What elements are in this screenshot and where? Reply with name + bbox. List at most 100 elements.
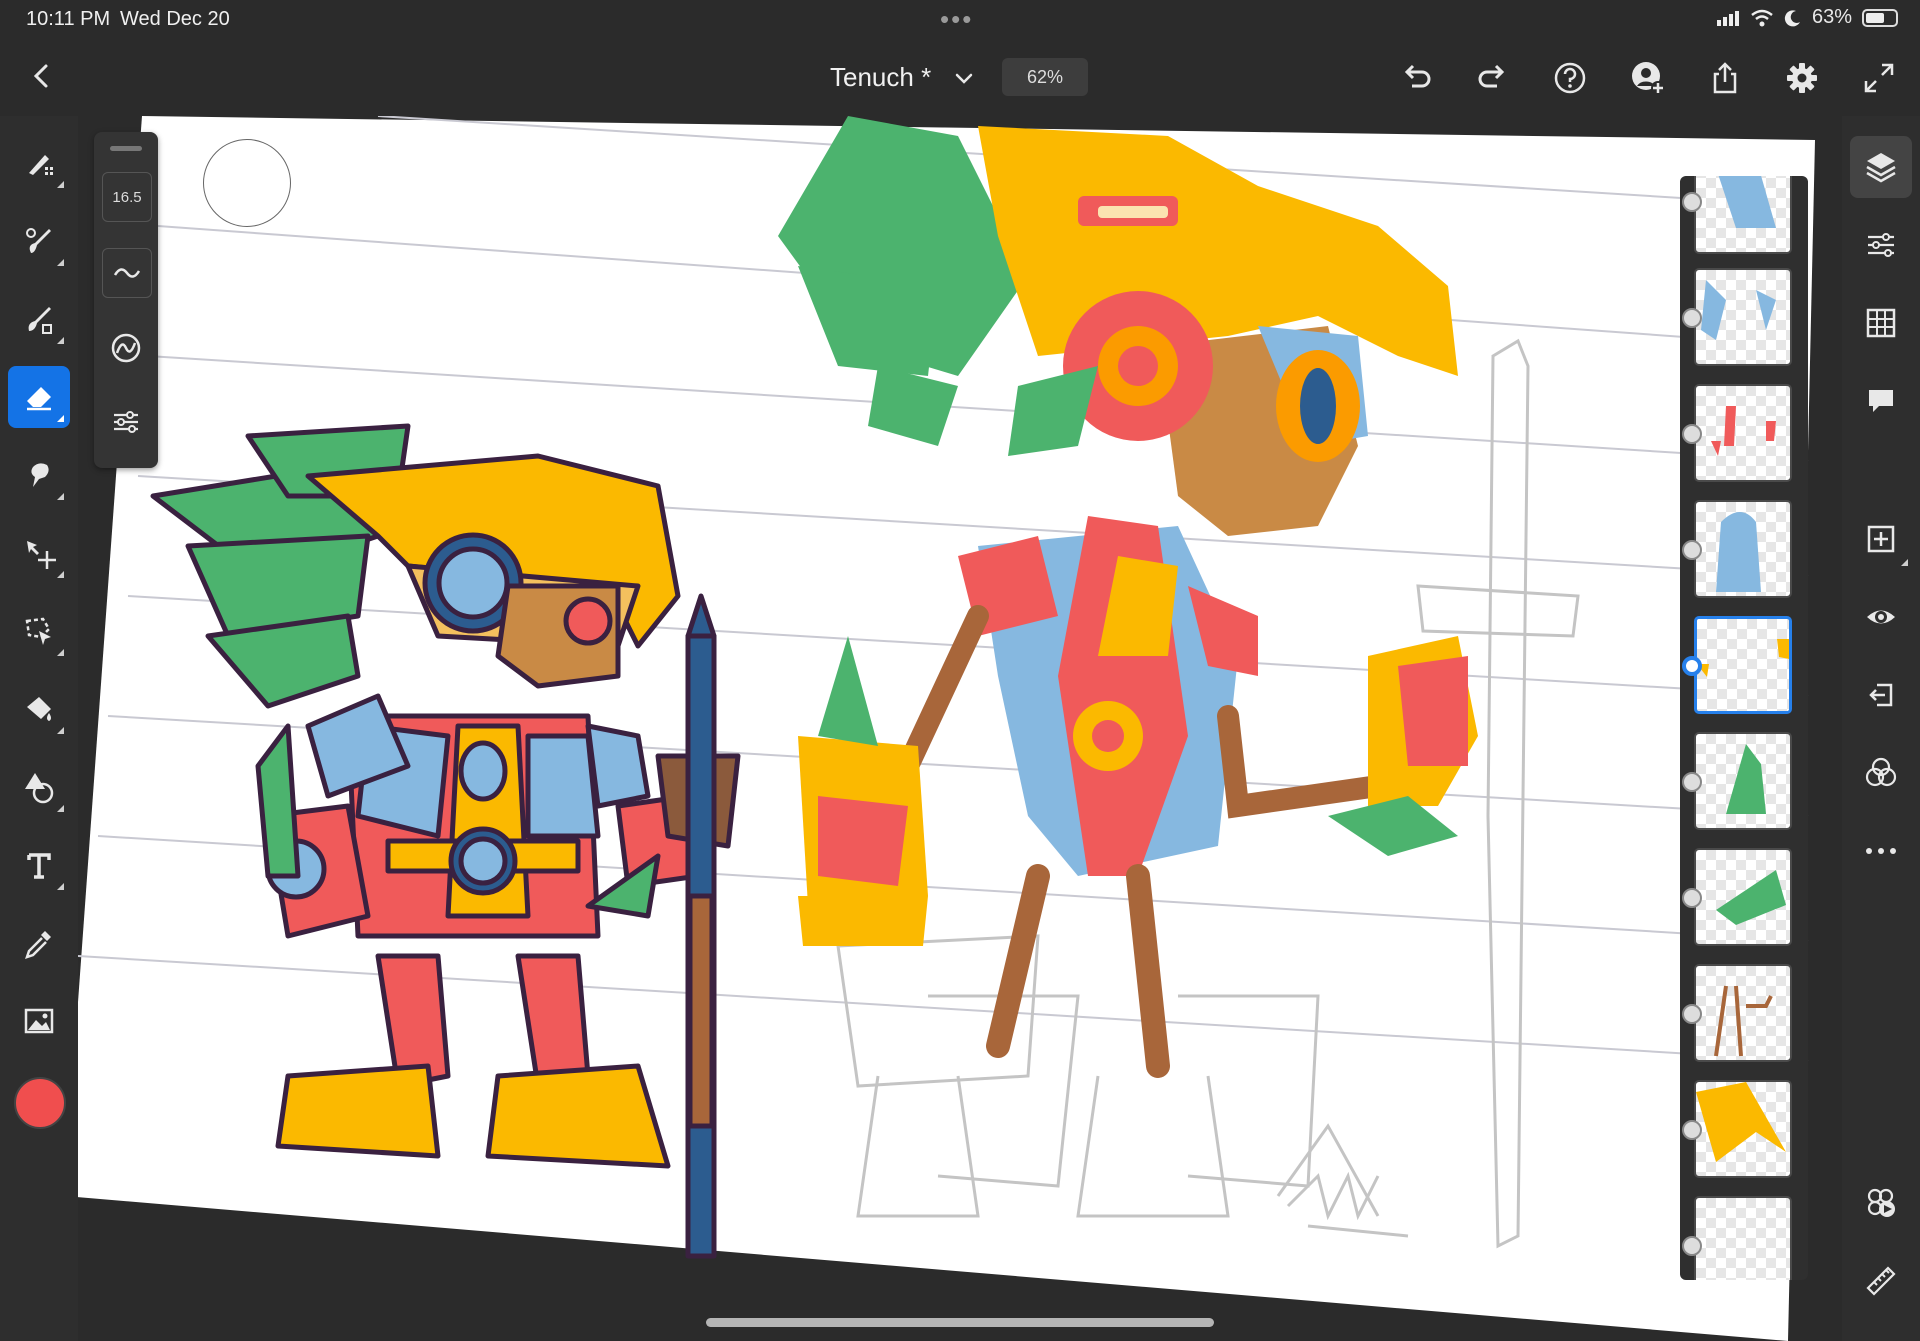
- brush-settings-button[interactable]: [102, 398, 150, 446]
- status-date: Wed Dec 20: [120, 8, 230, 30]
- paint-bucket-icon: [27, 697, 51, 721]
- drawing-canvas[interactable]: [78, 116, 1840, 1341]
- layer-visibility-button[interactable]: [1850, 586, 1912, 648]
- eraser-tool[interactable]: [8, 366, 70, 428]
- sliders-icon: [114, 411, 138, 433]
- layer-thumbnail-9[interactable]: [1694, 1080, 1792, 1178]
- smudge-tool[interactable]: [8, 444, 70, 506]
- pixel-brush-tool[interactable]: [8, 132, 70, 194]
- transform-tool[interactable]: [8, 522, 70, 584]
- shapes-icon: [25, 773, 54, 804]
- panel-drag-handle[interactable]: [110, 146, 142, 151]
- current-color-swatch[interactable]: [14, 1077, 66, 1129]
- chevron-down-icon: [955, 73, 973, 84]
- layer-visibility-toggle-9[interactable]: [1682, 1120, 1702, 1140]
- brush-size-cursor: [203, 139, 291, 227]
- invite-button[interactable]: [1628, 58, 1668, 98]
- zoom-level[interactable]: 62%: [1002, 58, 1088, 96]
- layer-visibility-toggle-6[interactable]: [1682, 772, 1702, 792]
- settings-button[interactable]: [1782, 58, 1822, 98]
- eyedropper-tool[interactable]: [8, 912, 70, 974]
- document-title[interactable]: Tenuch *: [830, 62, 931, 93]
- brush-pressure-button[interactable]: [102, 324, 150, 372]
- document-menu-button[interactable]: [952, 66, 976, 90]
- invite-icon: [1632, 62, 1665, 95]
- live-brush-icon: [26, 228, 51, 253]
- selection-tool[interactable]: [8, 600, 70, 662]
- home-indicator[interactable]: [706, 1318, 1214, 1327]
- eye-icon: [1867, 610, 1895, 624]
- status-time: 10:11 PM: [26, 8, 111, 30]
- shapes-tool[interactable]: [8, 756, 70, 818]
- artwork-canvas[interactable]: [78, 116, 1840, 1341]
- help-icon: [1554, 62, 1586, 94]
- layers-button[interactable]: [1850, 136, 1912, 198]
- vector-brush-tool[interactable]: [8, 288, 70, 350]
- layer-visibility-toggle-2[interactable]: [1682, 308, 1702, 328]
- eraser-icon: [27, 387, 51, 411]
- layer-thumbnail-8[interactable]: [1694, 964, 1792, 1062]
- pressure-curve-icon: [111, 333, 141, 363]
- undo-button[interactable]: [1396, 58, 1436, 98]
- left-toolbar: [0, 116, 78, 1341]
- right-toolbar: [1842, 116, 1920, 1341]
- help-button[interactable]: [1550, 58, 1590, 98]
- ruler-button[interactable]: [1850, 1250, 1912, 1312]
- import-button[interactable]: [1850, 664, 1912, 726]
- layer-visibility-toggle-5[interactable]: [1682, 656, 1702, 676]
- fullscreen-expand-icon: [1864, 63, 1894, 93]
- back-button[interactable]: [24, 58, 60, 94]
- brush-smoothing-button[interactable]: [102, 248, 152, 298]
- layer-thumbnail-7[interactable]: [1694, 848, 1792, 946]
- grid-button[interactable]: [1850, 292, 1912, 354]
- fill-tool[interactable]: [8, 678, 70, 740]
- layer-visibility-toggle-7[interactable]: [1682, 888, 1702, 908]
- layer-properties-button[interactable]: [1850, 214, 1912, 276]
- back-chevron-icon: [33, 64, 48, 88]
- live-brush-tool[interactable]: [8, 210, 70, 272]
- vector-brush-icon: [28, 307, 52, 334]
- layer-visibility-toggle-1[interactable]: [1682, 192, 1702, 212]
- livestream-button[interactable]: [1850, 1172, 1912, 1234]
- eyedropper-icon: [25, 931, 51, 959]
- redo-button[interactable]: [1473, 58, 1513, 98]
- image-tool[interactable]: [8, 990, 70, 1052]
- grid-icon: [1866, 308, 1896, 338]
- top-toolbar: Tenuch * 62%: [0, 40, 1920, 116]
- wifi-icon: [1751, 9, 1773, 26]
- text-tool[interactable]: [8, 834, 70, 896]
- battery-icon: [1862, 8, 1898, 27]
- battery-percentage: 63%: [1811, 6, 1852, 28]
- livestream-icon: [1867, 1188, 1895, 1217]
- add-layer-button[interactable]: [1850, 508, 1912, 570]
- text-type-icon: [27, 853, 51, 879]
- layer-visibility-toggle-10[interactable]: [1682, 1236, 1702, 1256]
- layer-visibility-toggle-4[interactable]: [1682, 540, 1702, 560]
- more-options-button[interactable]: [1850, 820, 1912, 882]
- layer-visibility-toggle-3[interactable]: [1682, 424, 1702, 444]
- layer-thumbnail-1[interactable]: [1694, 176, 1792, 254]
- layer-thumbnail-6[interactable]: [1694, 732, 1792, 830]
- do-not-disturb-moon-icon: [1784, 9, 1800, 26]
- blend-mode-button[interactable]: [1850, 742, 1912, 804]
- share-button[interactable]: [1705, 58, 1745, 98]
- smoothing-wave-icon: [113, 268, 141, 278]
- multitasking-dots-icon[interactable]: •••: [940, 4, 973, 35]
- brush-size-value[interactable]: 16.5: [102, 172, 152, 222]
- layer-thumbnail-4[interactable]: [1694, 500, 1792, 598]
- more-dots-icon: [1866, 848, 1896, 854]
- comments-button[interactable]: [1850, 370, 1912, 432]
- layer-thumbnail-5-selected[interactable]: [1694, 616, 1792, 714]
- status-bar: 10:11 PM Wed Dec 20 ••• 63%: [0, 0, 1920, 40]
- adjustments-sliders-icon: [1868, 233, 1894, 257]
- move-transform-icon: [27, 541, 56, 569]
- cellular-signal-icon: [1716, 10, 1739, 26]
- layers-panel: [1680, 176, 1808, 1280]
- layer-thumbnail-3[interactable]: [1694, 384, 1792, 482]
- layer-thumbnail-2[interactable]: [1694, 268, 1792, 366]
- status-indicators: 63%: [1716, 6, 1898, 29]
- blend-circles-icon: [1865, 757, 1897, 787]
- layer-visibility-toggle-8[interactable]: [1682, 1004, 1702, 1024]
- fullscreen-button[interactable]: [1859, 58, 1899, 98]
- layer-thumbnail-10[interactable]: [1694, 1196, 1792, 1280]
